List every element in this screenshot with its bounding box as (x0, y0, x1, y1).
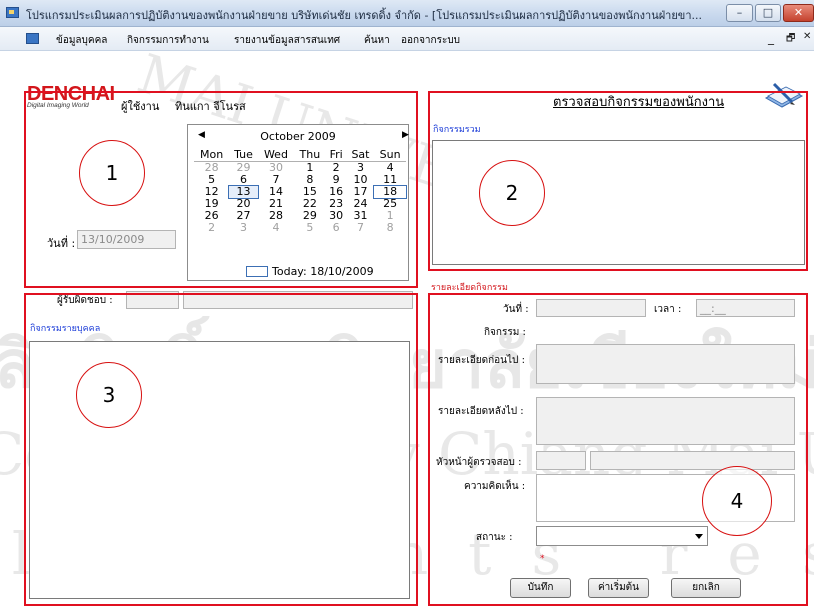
mdi-minimize-button[interactable]: _ (768, 31, 774, 45)
menu-item-work-activity[interactable]: กิจกรรมการทำงาน (127, 33, 209, 48)
menu-bar: ข้อมูลบุคคล กิจกรรมการทำงาน รายงานข้อมูล… (0, 27, 814, 51)
mdi-child-icon (26, 33, 39, 44)
annotation-circle-1: 1 (79, 140, 145, 206)
mdi-close-button[interactable]: ✕ (803, 31, 811, 42)
annotation-region-3 (24, 293, 418, 606)
annotation-circle-2: 2 (479, 160, 545, 226)
close-button[interactable]: ✕ (783, 4, 814, 22)
app-window: โปรแกรมประเมินผลการปฏิบัติงานของพนักงานฝ… (0, 0, 814, 614)
mdi-restore-button[interactable]: 🗗 (786, 31, 795, 48)
minimize-button[interactable]: – (726, 4, 753, 22)
maximize-button[interactable]: □ (755, 4, 781, 22)
app-icon (6, 7, 19, 18)
menu-item-search[interactable]: ค้นหา (364, 33, 390, 48)
menu-item-personal-info[interactable]: ข้อมูลบุคคล (56, 33, 107, 48)
annotation-region-4 (428, 293, 808, 606)
title-bar[interactable]: โปรแกรมประเมินผลการปฏิบัติงานของพนักงานฝ… (0, 0, 814, 27)
annotation-circle-4: 4 (702, 466, 772, 536)
window-title: โปรแกรมประเมินผลการปฏิบัติงานของพนักงานฝ… (26, 9, 702, 22)
menu-item-logout[interactable]: ออกจากระบบ (401, 33, 460, 48)
details-header: รายละเอียดกิจกรรม (431, 283, 508, 293)
menu-item-report[interactable]: รายงานข้อมูลสารสนเทศ (234, 33, 340, 48)
annotation-circle-3: 3 (76, 362, 142, 428)
